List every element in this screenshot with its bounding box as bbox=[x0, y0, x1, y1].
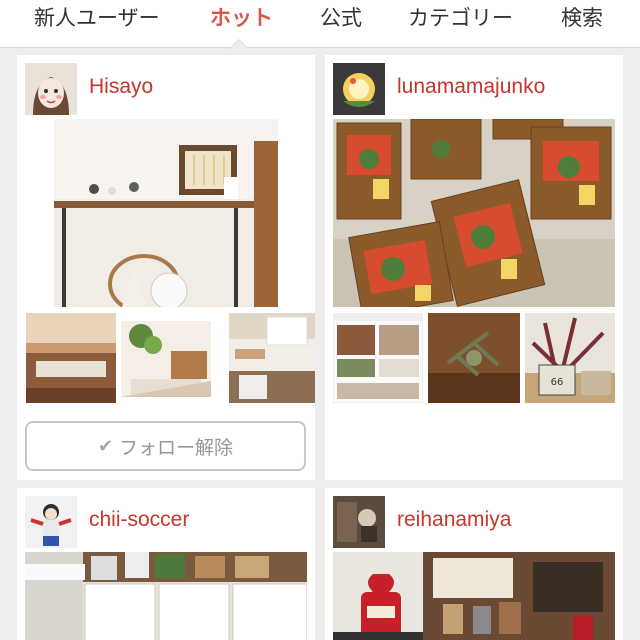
tab-category[interactable]: カテゴリー bbox=[408, 4, 513, 40]
top-tab-bar: 新人ユーザー ホット 公式 カテゴリー 検索 bbox=[0, 0, 640, 49]
thumbnail-photo[interactable] bbox=[229, 313, 315, 403]
thumbnail-photo[interactable] bbox=[333, 313, 423, 403]
username[interactable]: Hisayo bbox=[89, 75, 153, 99]
main-photo[interactable] bbox=[54, 119, 278, 307]
username[interactable]: lunamamajunko bbox=[397, 75, 545, 99]
tab-search[interactable]: 検索 bbox=[561, 4, 603, 40]
user-card: Hisayo ✔ フォロー解除 bbox=[17, 55, 315, 480]
thumbnail-photo[interactable] bbox=[428, 313, 520, 403]
main-photo[interactable] bbox=[333, 552, 615, 640]
user-avatar[interactable] bbox=[25, 496, 77, 548]
active-tab-indicator bbox=[229, 39, 249, 49]
main-photo[interactable] bbox=[25, 552, 307, 640]
user-avatar[interactable] bbox=[333, 63, 385, 115]
unfollow-button[interactable]: ✔ フォロー解除 bbox=[25, 421, 306, 471]
check-icon: ✔ bbox=[97, 435, 114, 457]
tab-new-users[interactable]: 新人ユーザー bbox=[34, 4, 160, 40]
svg-text:66: 66 bbox=[551, 377, 564, 388]
username[interactable]: chii-soccer bbox=[89, 508, 189, 532]
tab-official[interactable]: 公式 bbox=[320, 4, 362, 40]
thumbnail-photo[interactable]: 66 bbox=[525, 313, 615, 403]
user-avatar[interactable] bbox=[25, 63, 77, 115]
main-photo[interactable] bbox=[333, 119, 615, 307]
user-card: reihanamiya bbox=[325, 488, 623, 640]
user-card: chii-soccer bbox=[17, 488, 315, 640]
username[interactable]: reihanamiya bbox=[397, 508, 511, 532]
unfollow-button-label: フォロー解除 bbox=[119, 436, 234, 459]
user-avatar[interactable] bbox=[333, 496, 385, 548]
tab-hot[interactable]: ホット bbox=[210, 4, 273, 40]
thumbnail-photo[interactable] bbox=[26, 313, 116, 403]
app-root: 新人ユーザー ホット 公式 カテゴリー 検索 Hisayo ✔ フォロー解除 l… bbox=[0, 0, 640, 640]
user-card: lunamamajunko 66 bbox=[325, 55, 623, 480]
thumbnail-photo[interactable] bbox=[121, 321, 211, 397]
